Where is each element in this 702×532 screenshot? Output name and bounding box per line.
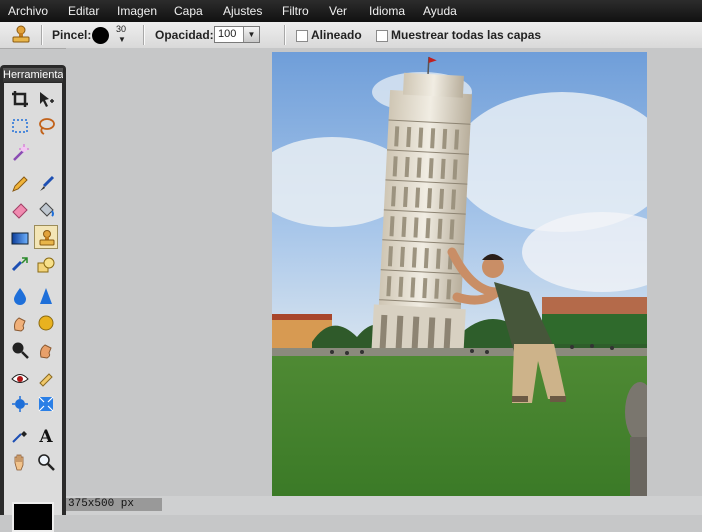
marquee-icon[interactable] (8, 114, 32, 138)
separator (284, 25, 286, 45)
brush-icon[interactable] (34, 172, 58, 196)
separator (41, 25, 43, 45)
menu-idioma[interactable]: Idioma (367, 0, 407, 22)
eraser-icon[interactable] (8, 198, 32, 222)
sponge-icon[interactable] (34, 311, 58, 335)
red-eye-icon[interactable] (8, 366, 32, 390)
aligned-label: Alineado (311, 28, 362, 42)
gradient-icon[interactable] (8, 226, 32, 250)
tools-panel: Herramientas A (0, 65, 66, 532)
pinch-icon[interactable] (34, 392, 58, 416)
menu-archivo[interactable]: Archivo (6, 0, 50, 22)
bloat-icon[interactable] (8, 392, 32, 416)
dodge-icon[interactable] (8, 338, 32, 362)
brush-size: 30 (116, 24, 127, 34)
clone-stamp-icon[interactable] (34, 225, 58, 249)
pencil-icon[interactable] (8, 172, 32, 196)
clone-stamp-icon (10, 25, 32, 45)
opacity-input[interactable]: 100 ▼ (214, 26, 260, 43)
foreground-color-swatch[interactable] (12, 502, 54, 532)
bucket-icon[interactable] (34, 198, 58, 222)
shape-icon[interactable] (34, 253, 58, 277)
brush-label: Pincel: (52, 28, 92, 42)
svg-text:A: A (38, 427, 53, 444)
menu-editar[interactable]: Editar (66, 0, 101, 22)
aligned-checkbox[interactable] (296, 30, 308, 42)
separator (143, 25, 145, 45)
chevron-down-icon[interactable]: ▼ (243, 27, 259, 42)
image-dimensions: 375x500 px (66, 498, 162, 511)
menu-ayuda[interactable]: Ayuda (421, 0, 459, 22)
brush-preview[interactable] (92, 27, 109, 44)
menu-bar: Archivo Editar Imagen Capa Ajustes Filtr… (0, 0, 702, 22)
text-icon[interactable]: A (34, 423, 58, 447)
magic-wand-icon[interactable] (8, 141, 32, 165)
eyedropper-icon[interactable] (8, 423, 32, 447)
spot-heal-icon[interactable] (34, 366, 58, 390)
opacity-value: 100 (218, 28, 237, 40)
sharpen-icon[interactable] (34, 284, 58, 308)
zoom-icon[interactable] (34, 450, 58, 474)
tools-panel-title[interactable]: Herramientas (3, 68, 63, 82)
sample-all-layers-checkbox[interactable] (376, 30, 388, 42)
blur-icon[interactable] (8, 284, 32, 308)
crop-icon[interactable] (8, 87, 32, 111)
image-canvas[interactable] (272, 52, 647, 496)
menu-capa[interactable]: Capa (172, 0, 205, 22)
menu-ajustes[interactable]: Ajustes (221, 0, 264, 22)
menu-imagen[interactable]: Imagen (115, 0, 159, 22)
hand-icon[interactable] (8, 450, 32, 474)
menu-filtro[interactable]: Filtro (280, 0, 311, 22)
burn-icon[interactable] (34, 338, 58, 362)
smudge-icon[interactable] (8, 311, 32, 335)
tool-options-bar: Pincel: 30 ▼ Opacidad: 100 ▼ Alineado Mu… (0, 22, 702, 49)
move-icon[interactable] (34, 87, 58, 111)
color-replace-icon[interactable] (8, 253, 32, 277)
photo-leaning-tower (272, 52, 647, 496)
sample-all-layers-label: Muestrear todas las capas (391, 28, 542, 42)
tools-grid: A (4, 83, 62, 532)
lasso-icon[interactable] (34, 114, 58, 138)
menu-ver[interactable]: Ver (327, 0, 349, 22)
status-bar: 375x500 px (66, 496, 702, 515)
opacity-label: Opacidad: (155, 28, 214, 42)
chevron-down-icon[interactable]: ▼ (118, 35, 126, 44)
